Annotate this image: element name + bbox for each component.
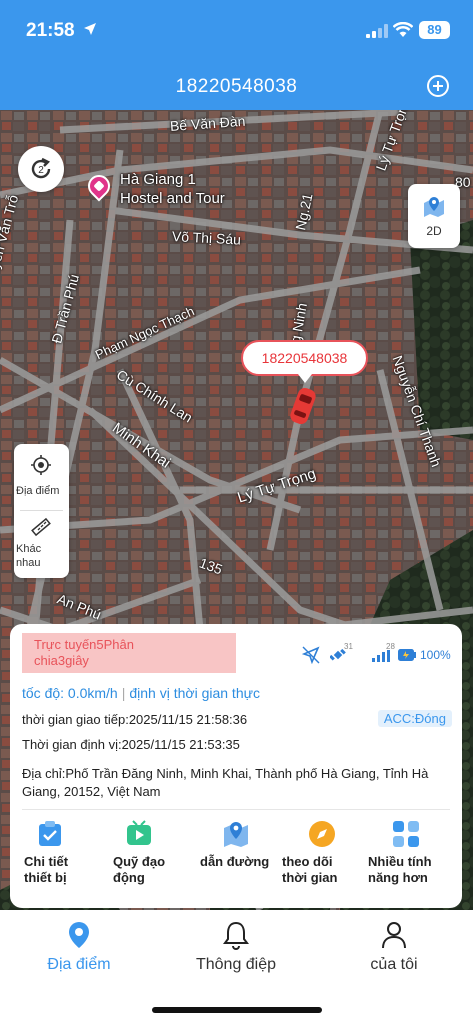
measure-label: Khác nhau <box>14 542 69 570</box>
location-time: Thời gian định vị:2025/11/15 21:53:35 <box>22 737 240 752</box>
poi-label-line1: Hà Giang 1 <box>120 171 196 188</box>
wifi-icon <box>393 22 413 37</box>
device-tag[interactable]: 18220548038 <box>241 340 368 383</box>
tab-messages[interactable]: Thông điệp <box>176 920 296 974</box>
signal-icon <box>366 24 388 38</box>
location-pin-icon <box>69 922 89 948</box>
clipboard-check-icon <box>39 821 61 846</box>
realtime-tracking-line1: theo dõi <box>282 854 333 869</box>
app-header: 21:58 89 18220548038 <box>0 0 473 110</box>
track-playback-label: Quỹ đạo động <box>113 854 203 886</box>
speed-row: tốc độ: 0.0km/h | định vị thời gian thực <box>22 685 260 701</box>
more-features-line2: năng hơn <box>368 870 428 885</box>
gps-satellite-count: 31 <box>344 642 353 651</box>
navigate-label: dẫn đường <box>200 854 290 870</box>
online-status-line1: Trực tuyến5Phân <box>34 637 134 652</box>
grid-apps-icon <box>393 821 419 847</box>
track-playback-line2: động <box>113 870 145 885</box>
address-text: Địa chỉ:Phố Trần Đăng Ninh, Minh Khai, T… <box>22 766 429 799</box>
refresh-icon: 2 <box>31 157 51 179</box>
device-details-label: Chi tiết thiết bị <box>24 854 114 886</box>
map-mode-button[interactable]: 2D <box>408 184 460 248</box>
poi-label-line2: Hostel and Tour <box>120 190 225 207</box>
device-battery-icon <box>398 649 416 661</box>
device-stats: 31 28 100% <box>302 642 454 664</box>
communication-time: thời gian giao tiếp:2025/11/15 21:58:36 <box>22 712 248 727</box>
online-status-line2: chia3giây <box>34 653 89 668</box>
gsm-signal-value: 28 <box>386 642 395 651</box>
separator: | <box>121 685 126 701</box>
status-time: 21:58 <box>26 20 75 41</box>
video-play-icon <box>127 820 151 845</box>
more-features-label: Nhiều tính năng hơn <box>368 854 454 886</box>
measure-button[interactable]: Khác nhau <box>14 510 69 578</box>
device-details-line1: Chi tiết <box>24 854 69 869</box>
compass-icon <box>309 821 335 847</box>
tab-messages-label: Thông điệp <box>195 956 277 973</box>
refresh-badge: 2 <box>38 165 44 176</box>
speed-value: tốc độ: 0.0km/h <box>22 685 118 701</box>
divider <box>22 809 450 810</box>
device-info-card: Trực tuyến5Phân chia3giây 31 28 100% tốc… <box>10 624 462 908</box>
map-layer-icon <box>424 197 444 217</box>
locate-me-button[interactable]: Địa điểm <box>14 444 69 510</box>
ruler-icon <box>31 517 51 537</box>
poi-label[interactable]: Hà Giang 1 Hostel and Tour <box>120 170 225 208</box>
online-status-badge: Trực tuyến5Phân chia3giây <box>22 633 236 673</box>
map-mode-label: 2D <box>426 224 442 238</box>
measure-label-line2: nhau <box>16 557 41 569</box>
crosshair-icon <box>31 455 51 475</box>
acc-status-badge: ACC:Đóng <box>377 710 452 727</box>
more-features-line1: Nhiều tính <box>368 854 432 869</box>
status-bar: 21:58 89 <box>0 16 473 46</box>
user-icon <box>382 922 406 949</box>
realtime-tracking-label: theo dõi thời gian <box>282 854 372 886</box>
bell-icon <box>223 921 249 950</box>
tab-profile-label: của tôi <box>370 956 418 973</box>
locate-me-label: Địa điểm <box>16 485 60 497</box>
tab-location[interactable]: Địa điểm <box>19 920 139 974</box>
tab-location-label: Địa điểm <box>47 956 111 973</box>
device-details-line2: thiết bị <box>24 870 67 885</box>
page-title: 18220548038 <box>175 76 298 97</box>
refresh-button[interactable]: 2 <box>18 146 64 192</box>
tab-profile[interactable]: của tôi <box>334 920 454 974</box>
location-arrow-icon <box>84 23 96 35</box>
home-indicator <box>152 1007 322 1013</box>
measure-label-line1: Khác <box>16 543 42 555</box>
navigate-line1: dẫn đường <box>200 854 270 869</box>
battery-icon: 89 <box>419 21 450 39</box>
gps-icon <box>302 646 320 664</box>
map-pin-icon <box>224 822 248 847</box>
signal-strength-icon <box>372 650 390 662</box>
map-tool-panel: Địa điểm Khác nhau <box>14 444 69 578</box>
track-playback-line1: Quỹ đạo <box>113 854 166 869</box>
device-battery-percent: 100% <box>420 648 451 662</box>
add-device-button[interactable] <box>427 75 449 97</box>
positioning-mode: định vị thời gian thực <box>129 685 260 701</box>
realtime-tracking-line2: thời gian <box>282 870 338 885</box>
